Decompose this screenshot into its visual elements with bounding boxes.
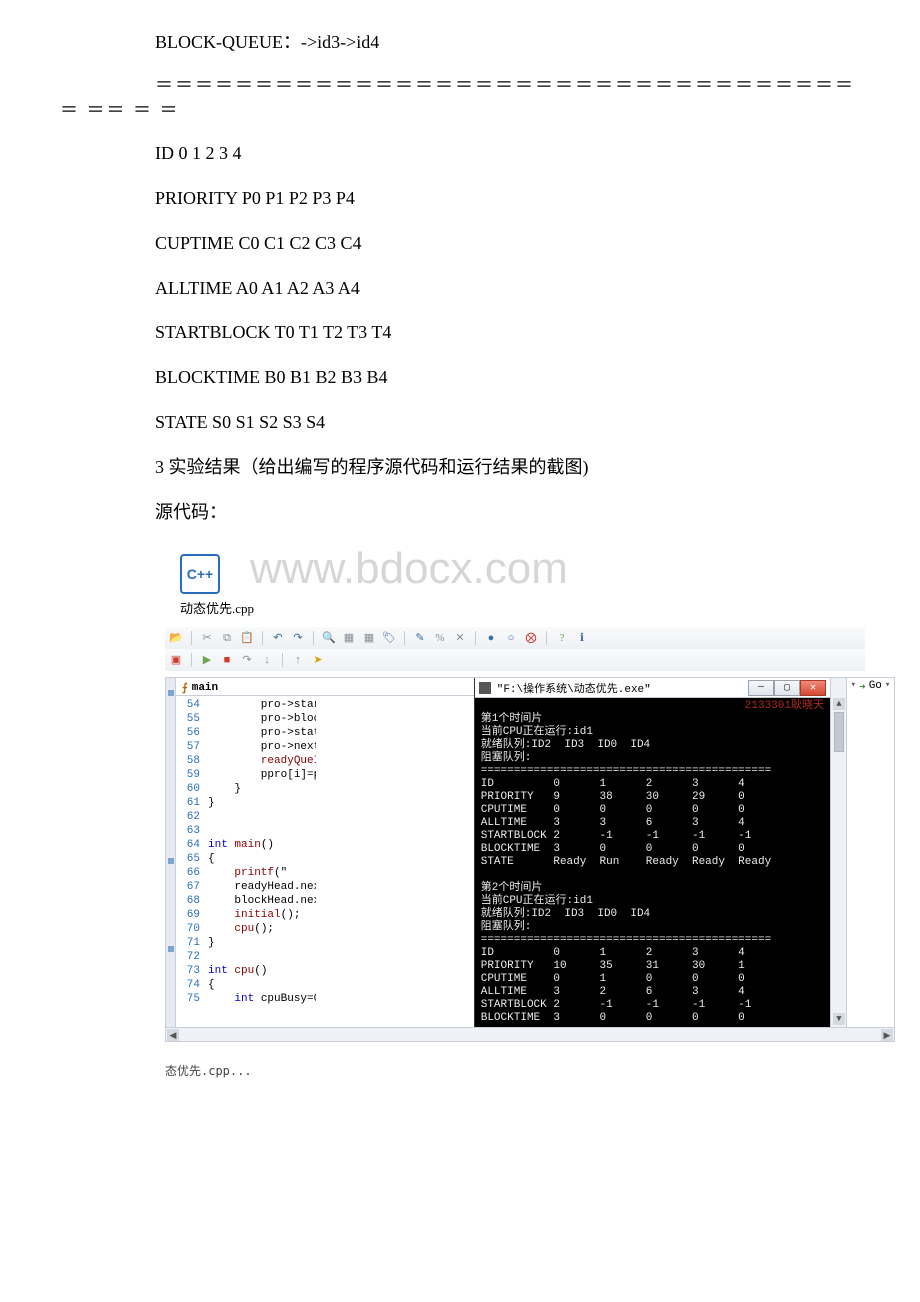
function-icon: ⨍	[182, 681, 188, 695]
scroll-left-icon[interactable]: ◀	[167, 1029, 179, 1041]
code-text: pro->star pro->bloc pro->stat pro->next …	[204, 696, 316, 1008]
document-page: BLOCK-QUEUE：->id3->id4 ＝＝＝＝＝＝＝＝＝＝＝＝＝＝＝＝＝…	[0, 0, 920, 1119]
state-row: STATE S0 S1 S2 S3 S4	[0, 400, 920, 445]
open-icon[interactable]: 📂	[169, 631, 183, 645]
bp-del-icon[interactable]: ○	[504, 631, 518, 645]
cut-icon[interactable]: ✂	[200, 631, 214, 645]
footer-tab[interactable]: 态优先.cpp...	[165, 1062, 920, 1079]
redo-icon[interactable]: ↷	[291, 631, 305, 645]
code-tab-label: main	[192, 682, 218, 694]
blocktime-row: BLOCKTIME B0 B1 B2 B3 B4	[0, 355, 920, 400]
divider-head: ＝＝＝＝＝＝＝＝＝＝＝＝＝＝＝＝＝＝＝＝＝＝＝＝＝＝＝＝＝＝＝＝＝＝＝	[0, 65, 920, 98]
cpp-file-icon-block: www.bdocx.com C++ 动态优先.cpp	[0, 534, 920, 617]
bookmark-icon[interactable]: 🏷	[382, 631, 396, 645]
console-output[interactable]: 2133301耿晓天 第1个时间片 当前CPU正在运行:id1 就绪队列:ID2…	[475, 698, 830, 1027]
go-label: Go	[869, 680, 882, 692]
undo-icon[interactable]: ↶	[271, 631, 285, 645]
percent-icon[interactable]: %	[433, 631, 447, 645]
scroll-thumb[interactable]	[834, 712, 844, 752]
startblock-row: STARTBLOCK T0 T1 T2 T3 T4	[0, 310, 920, 355]
info-icon[interactable]: ℹ	[575, 631, 589, 645]
code-editor[interactable]: 5455565758596061626364656667686970717273…	[176, 696, 316, 1008]
source-label: 源代码：	[0, 490, 920, 535]
cuptime-row: CUPTIME C0 C1 C2 C3 C4	[0, 221, 920, 266]
chevron-down-icon-2[interactable]: ▾	[885, 680, 890, 690]
debug-icon[interactable]: ▣	[169, 653, 183, 667]
result-heading: 3 实验结果（给出编写的程序源代码和运行结果的截图)	[0, 445, 920, 490]
breakpoint-gutter[interactable]	[166, 678, 176, 1027]
strike-icon[interactable]: ✕	[453, 631, 467, 645]
priority-row: PRIORITY P0 P1 P2 P3 P4	[0, 176, 920, 221]
close-button[interactable]: ✕	[800, 680, 826, 696]
go-panel[interactable]: ▾ ➔ Go ▾	[846, 678, 894, 1027]
maximize-button[interactable]: ▢	[774, 680, 800, 696]
scroll-up-icon[interactable]: ▲	[833, 698, 845, 710]
alltime-row: ALLTIME A0 A1 A2 A3 A4	[0, 266, 920, 311]
bp-add-icon[interactable]: ●	[484, 631, 498, 645]
console-titlebar[interactable]: "F:\操作系统\动态优先.exe" — ▢ ✕	[475, 678, 830, 698]
cursor-icon[interactable]: ➤	[311, 653, 325, 667]
cpp-file-label: 动态优先.cpp	[180, 598, 254, 617]
stop-icon[interactable]: ■	[220, 653, 234, 667]
console-window: "F:\操作系统\动态优先.exe" — ▢ ✕ 2133301耿晓天 第1个时…	[474, 678, 830, 1027]
copy-icon[interactable]: ⧉	[220, 631, 234, 645]
wand-icon[interactable]: ✎	[413, 631, 427, 645]
ide-toolbar: 📂 ✂ ⧉ 📋 ↶ ↷ 🔍 ▦ ▦ 🏷 ✎ % ✕ ● ○ ⨂ ? ℹ	[165, 627, 865, 671]
step-in-icon[interactable]: ↓	[260, 653, 274, 667]
run-icon[interactable]: ▶	[200, 653, 214, 667]
help-icon[interactable]: ?	[555, 631, 569, 645]
minimize-button[interactable]: —	[748, 680, 774, 696]
go-arrow-icon: ➔	[859, 680, 866, 694]
console-title: "F:\操作系统\动态优先.exe"	[497, 680, 748, 696]
app-icon	[479, 682, 491, 694]
line-number-gutter: 5455565758596061626364656667686970717273…	[176, 696, 204, 1008]
block-queue-line: BLOCK-QUEUE：->id3->id4	[0, 20, 920, 65]
watermark-text: www.bdocx.com	[250, 544, 568, 594]
paste-icon[interactable]: 📋	[240, 631, 254, 645]
step-over-icon[interactable]: ↷	[240, 653, 254, 667]
chevron-down-icon[interactable]: ▾	[851, 680, 856, 690]
divider-tail: ＝ ＝＝ ＝ ＝	[0, 98, 920, 131]
vertical-scrollbar[interactable]: ▲ ▼	[830, 678, 846, 1027]
tool-icon[interactable]: ▦	[342, 631, 356, 645]
cpp-file-icon: C++	[180, 554, 220, 594]
bp-stop-icon[interactable]: ⨂	[524, 631, 538, 645]
id-row: ID 0 1 2 3 4	[0, 131, 920, 176]
find-icon[interactable]: 🔍	[322, 631, 336, 645]
code-tab[interactable]: ⨍ main	[176, 678, 474, 696]
ide-window: ⨍ main 545556575859606162636465666768697…	[165, 677, 895, 1028]
horizontal-scrollbar[interactable]: ◀ ▶	[165, 1028, 895, 1042]
step-out-icon[interactable]: ↑	[291, 653, 305, 667]
tool-icon-2[interactable]: ▦	[362, 631, 376, 645]
scroll-right-icon[interactable]: ▶	[881, 1029, 893, 1041]
scroll-down-icon[interactable]: ▼	[833, 1013, 845, 1025]
